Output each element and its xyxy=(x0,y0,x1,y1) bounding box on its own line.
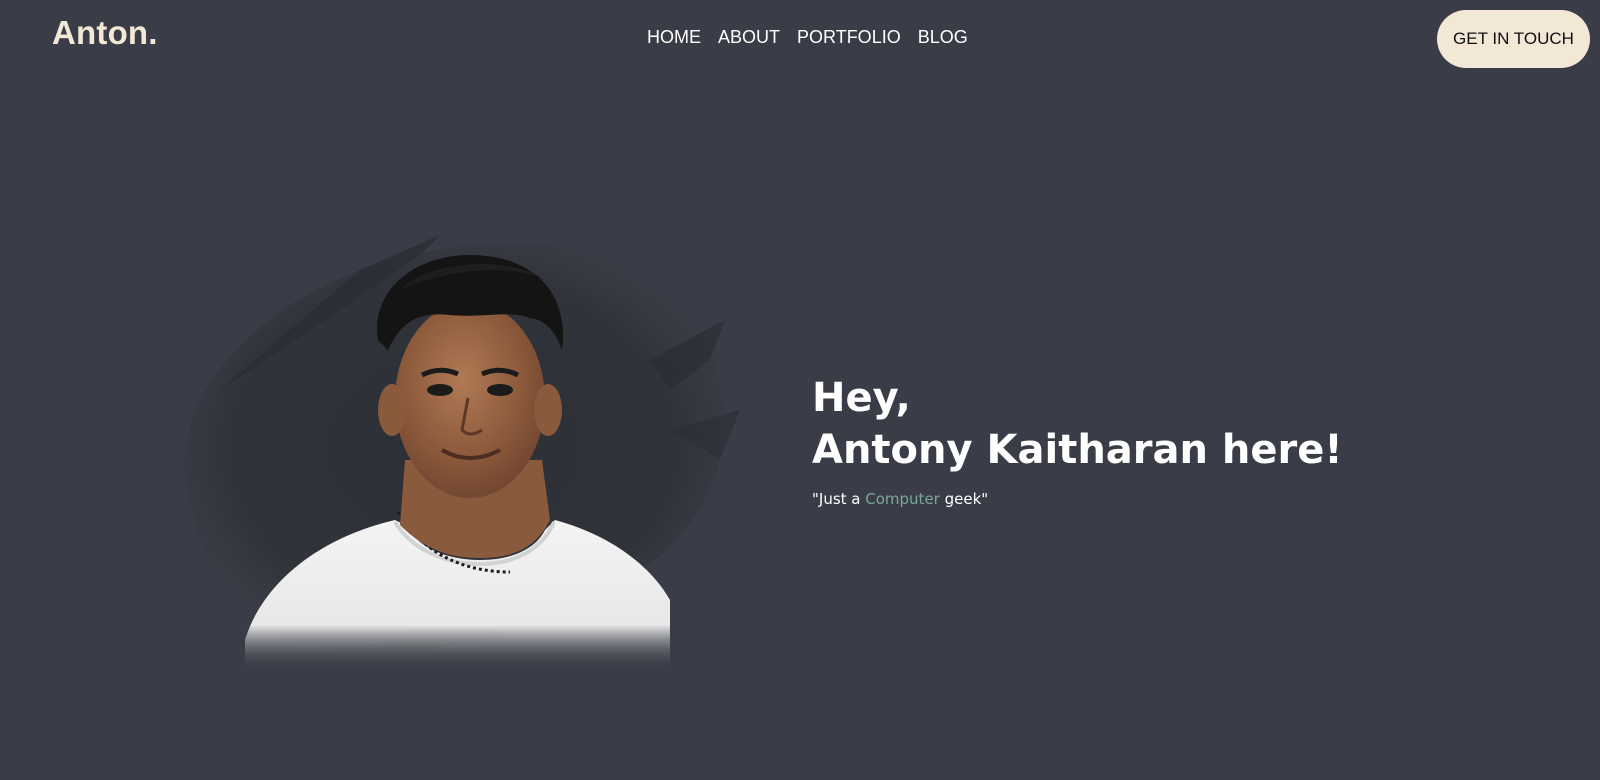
nav-portfolio-link[interactable]: PORTFOLIO xyxy=(797,27,901,48)
nav-home-link[interactable]: HOME xyxy=(647,27,701,48)
hero-tagline: "Just a Computer geek" xyxy=(812,490,1343,508)
hero-section: Hey, Antony Kaitharan here! "Just a Comp… xyxy=(812,372,1343,508)
brand-logo[interactable]: Anton. xyxy=(52,14,158,52)
get-in-touch-button[interactable]: GET IN TOUCH xyxy=(1437,10,1590,68)
tagline-prefix: "Just a xyxy=(812,490,866,508)
face xyxy=(395,302,545,498)
profile-portrait xyxy=(184,235,740,670)
nav-blog-link[interactable]: BLOG xyxy=(918,27,968,48)
main-nav: HOME ABOUT PORTFOLIO BLOG xyxy=(647,27,968,48)
nav-about-link[interactable]: ABOUT xyxy=(718,27,780,48)
hero-name: Antony Kaitharan here! xyxy=(812,427,1343,473)
hero-greeting: Hey, xyxy=(812,375,911,421)
hero-heading: Hey, Antony Kaitharan here! xyxy=(812,372,1343,476)
tagline-highlight: Computer xyxy=(865,490,940,508)
tagline-suffix: geek" xyxy=(939,490,989,508)
